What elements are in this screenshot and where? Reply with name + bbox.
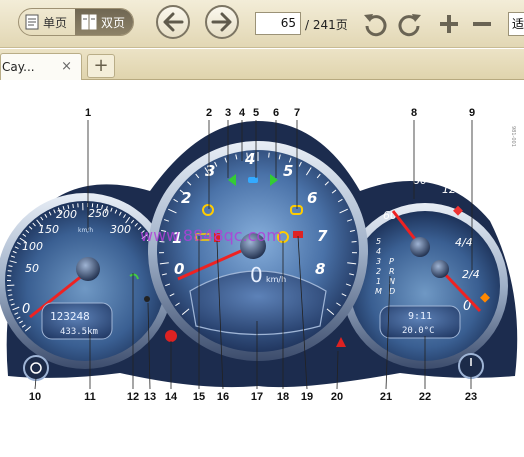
rpm-tick-6: 6 — [307, 189, 317, 207]
callout-label-10: 10 — [29, 391, 41, 403]
fit-page-button[interactable]: 适 — [508, 12, 524, 36]
callout-label-16: 16 — [217, 391, 229, 403]
callout-label-7: 7 — [294, 107, 300, 119]
double-page-label: 双页 — [101, 15, 126, 30]
speedometer: 0 50 100 150 200 250 300 km/h 123248 433… — [0, 193, 173, 369]
gear-4: 4 — [376, 247, 381, 256]
gear-2: 2 — [376, 267, 381, 276]
close-icon[interactable]: × — [61, 59, 72, 74]
airbag-warning-icon — [165, 330, 177, 342]
callout-label-18: 18 — [277, 391, 289, 403]
callout-label-12: 12 — [127, 391, 139, 403]
temp-tick-120: 120 — [442, 183, 463, 196]
callout-label-11: 11 — [84, 391, 96, 403]
arrow-left-icon — [163, 12, 184, 32]
new-tab-button[interactable]: + — [87, 54, 115, 78]
rotate-left-button[interactable] — [362, 11, 388, 41]
view-mode-toggle: 单页 双页 — [18, 8, 135, 36]
fuel-tick-full: 4/4 — [455, 236, 473, 249]
speed-needle-hub — [76, 257, 100, 281]
document-page: 0 50 100 150 200 250 300 km/h 123248 433… — [0, 81, 524, 457]
reader-toolbar: 单页 双页 65 / 241页 适 — [0, 0, 524, 48]
trip-readout: 433.5km — [60, 327, 98, 337]
arrow-right-icon — [211, 12, 232, 32]
callout-label-2: 2 — [206, 107, 212, 119]
rpm-tick-4: 4 — [244, 150, 255, 168]
plus-icon — [440, 15, 458, 33]
single-page-button[interactable]: 单页 — [19, 9, 75, 35]
callout-label-4: 4 — [239, 107, 246, 119]
callout-label-14: 14 — [165, 391, 178, 403]
odometer-readout: 123248 — [50, 310, 90, 323]
callout-label-9: 9 — [469, 107, 475, 119]
reset-button-icon — [144, 296, 150, 302]
minus-icon — [473, 22, 491, 26]
mode-p: P — [389, 257, 394, 266]
callout-label-22: 22 — [419, 391, 431, 403]
tachometer: 0 1 2 3 4 5 6 7 8 0 km/h — [148, 141, 368, 361]
gauge-tick-mark — [268, 152, 270, 158]
double-page-icon — [81, 14, 97, 30]
fuel-needle-hub — [431, 260, 449, 278]
callout-label-6: 6 — [273, 107, 279, 119]
gauge-tick-mark — [7, 270, 12, 272]
fuel-tick-half: 2/4 — [462, 268, 480, 281]
speedometer-reset-knob — [23, 355, 49, 381]
temp-tick-80: 80 — [413, 174, 427, 187]
speed-tick-150: 150 — [38, 223, 59, 236]
callout-label-8: 8 — [411, 107, 417, 119]
callout-label-15: 15 — [193, 391, 205, 403]
previous-page-button[interactable] — [156, 5, 190, 39]
tab-title: Cay... — [2, 60, 35, 74]
double-page-button[interactable]: 双页 — [75, 9, 134, 35]
single-page-icon — [25, 14, 39, 30]
callout-label-19: 19 — [301, 391, 313, 403]
callout-label-20: 20 — [331, 391, 343, 403]
speed-tick-50: 50 — [25, 262, 39, 275]
speed-unit: km/h — [78, 227, 93, 234]
temp-needle-hub — [410, 237, 430, 257]
digital-speed-readout: 0 — [250, 263, 263, 287]
document-tab[interactable]: Cay... × — [0, 53, 82, 80]
single-page-label: 单页 — [43, 15, 68, 30]
next-page-button[interactable] — [205, 5, 239, 39]
figure-code: 981-001 — [510, 126, 516, 147]
high-beam-icon — [248, 177, 258, 183]
tab-bar: Cay... × + — [0, 49, 524, 80]
callout-label-23: 23 — [465, 391, 477, 403]
gear-m: M — [375, 287, 382, 296]
speed-tick-200: 200 — [56, 208, 77, 221]
gear-5: 5 — [376, 237, 381, 246]
page-total-label: / 241页 — [305, 18, 348, 32]
callout-label-13: 13 — [144, 391, 156, 403]
rotate-right-icon — [398, 14, 421, 37]
callout-label-5: 5 — [253, 107, 259, 119]
speed-tick-250: 250 — [88, 207, 109, 220]
clock-readout: 9:11 — [408, 311, 432, 322]
outside-temp-readout: 20.0°C — [402, 326, 435, 336]
rotate-left-icon — [364, 14, 387, 37]
rotate-right-button[interactable] — [397, 11, 423, 41]
instrument-cluster-figure: 0 50 100 150 200 250 300 km/h 123248 433… — [0, 107, 518, 403]
callout-label-21: 21 — [380, 391, 392, 403]
zoom-out-button[interactable] — [470, 11, 494, 41]
gear-1: 1 — [376, 277, 381, 286]
watermark-text: www.8848qc.com — [140, 226, 282, 245]
zoom-in-button[interactable] — [437, 11, 461, 41]
rpm-tick-5: 5 — [283, 162, 293, 180]
gear-3: 3 — [376, 257, 381, 266]
speed-tick-300: 300 — [110, 223, 131, 236]
rpm-tick-2: 2 — [181, 189, 191, 207]
speed-tick-0: 0 — [22, 302, 30, 317]
page-number-input[interactable]: 65 — [255, 12, 301, 35]
rpm-tick-7: 7 — [317, 227, 328, 245]
rpm-tick-8: 8 — [315, 260, 325, 278]
speed-tick-100: 100 — [22, 240, 43, 253]
callout-label-1: 1 — [85, 107, 91, 119]
callout-label-3: 3 — [225, 107, 231, 119]
callout-label-17: 17 — [251, 391, 263, 403]
mode-r: R — [389, 267, 395, 276]
rpm-tick-3: 3 — [205, 162, 215, 180]
